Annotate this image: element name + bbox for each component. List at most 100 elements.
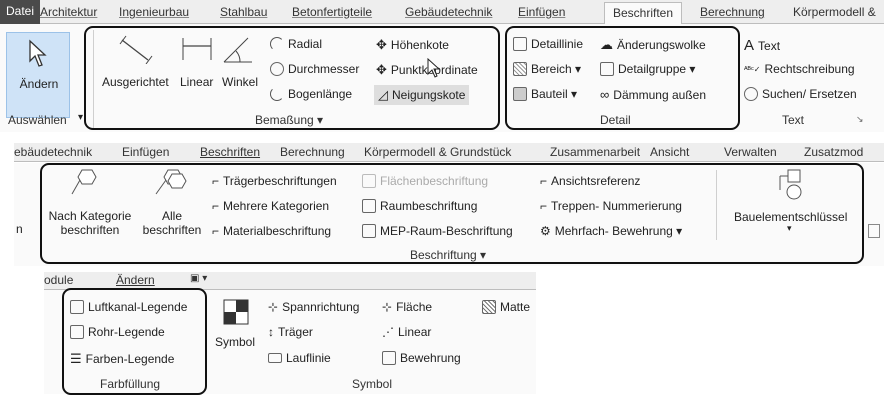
tab-zusatzmodule[interactable]: Zusatzmod bbox=[804, 145, 863, 159]
detail-group-button[interactable]: Detailgruppe ▾ bbox=[600, 62, 695, 76]
spelling-icon: ᴬᴮᶜ✓ bbox=[744, 64, 761, 74]
annotation-panel-title[interactable]: Beschriftung ▾ bbox=[410, 248, 486, 262]
modify-button[interactable]: Ändern bbox=[6, 32, 70, 118]
find-replace-button[interactable]: Suchen/ Ersetzen bbox=[744, 87, 857, 101]
modify-label: Ändern bbox=[19, 77, 59, 91]
insulation-button[interactable]: ∞ Dämmung außen bbox=[600, 87, 706, 102]
beam-symbol-button[interactable]: ↕ Träger bbox=[268, 325, 313, 339]
diameter-icon bbox=[270, 62, 284, 76]
tab-verwalten[interactable]: Verwalten bbox=[724, 145, 777, 159]
tag-by-category-button[interactable]: Nach Kategorie beschriften bbox=[46, 209, 134, 237]
angular-dimension-button[interactable]: Winkel bbox=[222, 75, 258, 89]
spot-slope-icon: ◿ bbox=[378, 87, 388, 102]
tab-beschriften[interactable]: Beschriften bbox=[604, 2, 683, 24]
tab-stahlbau[interactable]: Stahlbau bbox=[220, 5, 267, 19]
insulation-icon: ∞ bbox=[600, 87, 610, 102]
tag-by-category-label-1: Nach Kategorie bbox=[48, 209, 132, 223]
color-legend-button[interactable]: ☰ Farben-Legende bbox=[70, 351, 174, 367]
tab-betonfertigteile[interactable]: Betonfertigteile bbox=[292, 5, 372, 19]
detail-group-icon bbox=[600, 62, 614, 76]
aligned-dimension-button[interactable]: Ausgerichtet bbox=[102, 75, 169, 89]
multi-rebar-button[interactable]: ⚙ Mehrfach- Bewehrung ▾ bbox=[540, 224, 682, 238]
fabric-symbol-button[interactable]: Matte bbox=[482, 300, 530, 314]
tag-all-label-2: beschriften bbox=[142, 223, 202, 237]
duct-legend-button[interactable]: Luftkanal-Legende bbox=[70, 300, 187, 314]
tab-koerpermodell[interactable]: Körpermodell & bbox=[793, 5, 876, 19]
material-tag-button[interactable]: ⌐ Materialbeschriftung bbox=[212, 224, 331, 238]
tab-zusammenarbeit[interactable]: Zusammenarbeit bbox=[550, 145, 640, 159]
tab-einfuegen[interactable]: Einfügen bbox=[518, 5, 565, 19]
find-replace-icon bbox=[744, 87, 758, 101]
tab-datei[interactable]: Datei bbox=[0, 0, 41, 24]
tab-ansicht[interactable]: Ansicht bbox=[650, 145, 689, 159]
spot-elevation-label: Höhenkote bbox=[390, 38, 449, 52]
spot-elevation-icon: ✥ bbox=[376, 37, 387, 52]
symbol-panel-title: Symbol bbox=[352, 377, 393, 391]
beam-annotations-button[interactable]: ⌐ Trägerbeschriftungen bbox=[212, 174, 337, 188]
tab-koerpermodell-2[interactable]: Körpermodell & Grundstück bbox=[364, 145, 511, 159]
text-label: Text bbox=[758, 38, 781, 53]
tab-einfuegen-2[interactable]: Einfügen bbox=[122, 145, 169, 159]
tab-ingenieurbau[interactable]: Ingenieurbau bbox=[119, 5, 189, 19]
stair-numbering-button[interactable]: ⌐ Treppen- Nummerierung bbox=[540, 199, 682, 213]
spot-slope-button[interactable]: ◿ Neigungskote bbox=[374, 85, 470, 105]
diameter-dimension-button[interactable]: Durchmesser bbox=[270, 62, 359, 76]
mep-space-tag-button[interactable]: MEP-Raum-Beschriftung bbox=[362, 224, 513, 238]
detail-line-button[interactable]: Detaillinie bbox=[513, 37, 583, 51]
multi-rebar-icon: ⚙ bbox=[540, 224, 551, 238]
keynote-icon bbox=[779, 169, 802, 200]
linear-dimension-button[interactable]: Linear bbox=[180, 75, 213, 89]
color-legend-label: Farben-Legende bbox=[85, 352, 175, 366]
tab-gebaeudetechnik-2[interactable]: ebäudetechnik bbox=[14, 145, 92, 159]
text-panel-launcher[interactable]: ↘ bbox=[856, 114, 864, 125]
radial-dimension-button[interactable]: Radial bbox=[270, 37, 322, 51]
tab-aendern[interactable]: Ändern bbox=[116, 273, 155, 287]
pipe-legend-button[interactable]: Rohr-Legende bbox=[70, 325, 165, 339]
keynote-dropdown-arrow[interactable]: ▾ bbox=[787, 223, 792, 234]
tag-by-category-label-2: beschriften bbox=[60, 223, 120, 237]
multi-category-button[interactable]: ⌐ Mehrere Kategorien bbox=[212, 199, 329, 213]
select-panel-title[interactable]: Auswählen bbox=[8, 113, 67, 127]
spot-elevation-button[interactable]: ✥ Höhenkote bbox=[376, 37, 449, 53]
select-dropdown-arrow[interactable]: ▾ bbox=[78, 112, 83, 123]
tab-module[interactable]: odule bbox=[44, 273, 73, 287]
find-replace-label: Suchen/ Ersetzen bbox=[762, 87, 857, 101]
tab-berechnung[interactable]: Berechnung bbox=[700, 5, 765, 19]
text-icon: A bbox=[744, 37, 755, 54]
area-tag-button: Flächenbeschriftung bbox=[362, 174, 488, 188]
beam-annotations-label: Trägerbeschriftungen bbox=[223, 174, 337, 188]
area-tag-icon bbox=[362, 174, 376, 188]
color-legend-icon: ☰ bbox=[70, 351, 82, 366]
symbol-button[interactable]: Symbol bbox=[215, 335, 255, 349]
tab-beschriften-2[interactable]: Beschriften bbox=[200, 145, 260, 159]
area-tag-label: Flächenbeschriftung bbox=[380, 174, 489, 188]
component-button[interactable]: Bauteil ▾ bbox=[513, 87, 577, 101]
tab-gebaeudetechnik[interactable]: Gebäudetechnik bbox=[405, 5, 492, 19]
tab-architektur[interactable]: Architektur bbox=[40, 5, 97, 19]
middle-tab-bar: ebäudetechnik Einfügen Beschriften Berec… bbox=[14, 143, 884, 162]
mep-space-tag-icon bbox=[362, 224, 376, 238]
rebar-symbol-button[interactable]: Bewehrung bbox=[382, 351, 461, 365]
tag-all-button[interactable]: Alle beschriften bbox=[132, 209, 212, 237]
text-button[interactable]: A Text bbox=[744, 37, 780, 54]
radial-icon bbox=[270, 37, 284, 51]
keynote-button[interactable]: Bauelementschlüssel bbox=[734, 210, 847, 224]
room-tag-button[interactable]: Raumbeschriftung bbox=[362, 199, 477, 213]
view-reference-button[interactable]: ⌐ Ansichtsreferenz bbox=[540, 174, 640, 188]
symbol-icon bbox=[223, 299, 249, 325]
area-rebar-symbol-button[interactable]: ⊹ Fläche bbox=[382, 300, 432, 314]
linear-rebar-symbol-button[interactable]: ⋰ Linear bbox=[382, 325, 431, 339]
dimension-panel-title[interactable]: Bemaßung ▾ bbox=[255, 113, 323, 127]
revision-cloud-button[interactable]: ☁ Änderungswolke bbox=[600, 37, 706, 53]
tab-berechnung-2[interactable]: Berechnung bbox=[280, 145, 345, 159]
region-label: Bereich ▾ bbox=[531, 62, 582, 76]
arc-length-dimension-button[interactable]: Bogenlänge bbox=[270, 87, 352, 101]
multi-category-icon: ⌐ bbox=[212, 199, 220, 213]
stair-path-button[interactable]: Lauflinie bbox=[268, 351, 331, 365]
quick-access-dropdown[interactable]: ▣ ▾ bbox=[190, 273, 207, 284]
arc-length-label: Bogenlänge bbox=[288, 87, 353, 101]
span-direction-button[interactable]: ⊹ Spannrichtung bbox=[268, 300, 359, 314]
spelling-button[interactable]: ᴬᴮᶜ✓ Rechtschreibung bbox=[744, 62, 855, 76]
region-button[interactable]: Bereich ▾ bbox=[513, 62, 581, 76]
linear-dimension-icon bbox=[182, 38, 212, 60]
